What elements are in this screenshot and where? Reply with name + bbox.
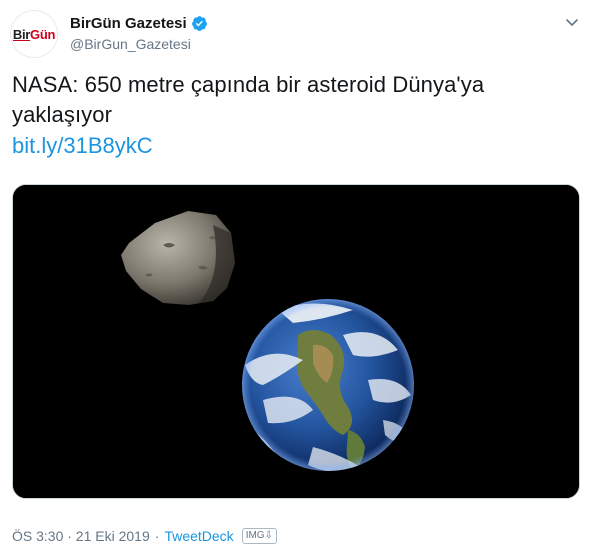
avatar[interactable]: BirGün [10,10,58,58]
tweet-link[interactable]: bit.ly/31B8ykC [12,131,153,161]
tweet-media-photo[interactable] [12,184,580,499]
tweet-meta: ÖS 3:30 · 21 Eki 2019 · TweetDeck IMG⇩ [12,526,277,546]
chevron-down-icon[interactable] [564,14,580,30]
meta-separator: · [154,528,160,544]
tweet-text: NASA: 650 metre çapında bir asteroid Dün… [12,72,485,127]
author-name-row: BirGün Gazetesi [70,15,208,32]
tweet-timestamp[interactable]: ÖS 3:30 · 21 Eki 2019 [12,528,150,544]
avatar-logo: BirGün [12,26,56,42]
tweet-card: BirGün BirGün Gazetesi @BirGun_Gazetesi … [0,0,592,556]
verified-badge-icon [191,15,208,32]
author-handle[interactable]: @BirGun_Gazetesi [70,36,191,52]
author-display-name[interactable]: BirGün Gazetesi [70,15,187,32]
tweet-source-link[interactable]: TweetDeck [164,528,233,544]
image-badge[interactable]: IMG⇩ [241,528,277,544]
